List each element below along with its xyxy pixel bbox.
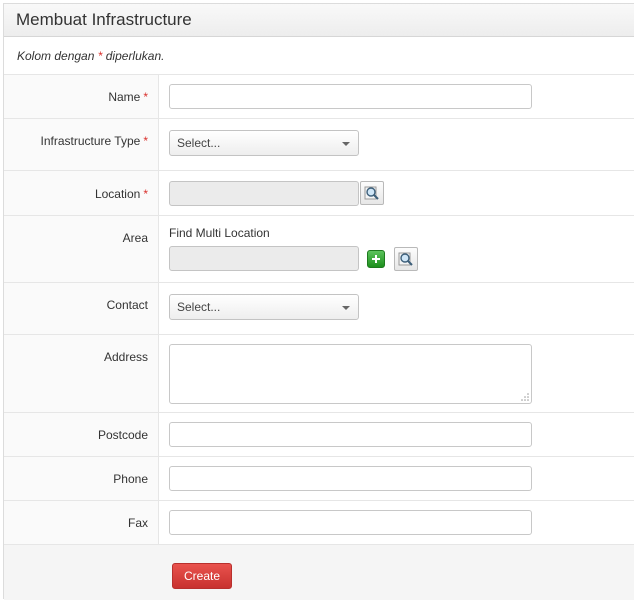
fax-input[interactable] [169, 510, 532, 535]
area-label: Area [122, 231, 148, 245]
row-postcode: Postcode [4, 412, 634, 456]
contact-select[interactable]: Select... [169, 294, 359, 320]
required-asterisk: * [143, 90, 148, 104]
phone-label: Phone [113, 472, 148, 486]
phone-input[interactable] [169, 466, 532, 491]
required-asterisk: * [143, 187, 148, 201]
row-area: Area Find Multi Location [4, 215, 634, 282]
caret-down-icon [342, 306, 350, 310]
panel-header: Membuat Infrastructure [4, 4, 634, 37]
resize-grip-icon[interactable] [520, 392, 530, 402]
row-address: Address [4, 334, 634, 412]
contact-selected: Select... [177, 300, 221, 314]
form-panel: Membuat Infrastructure Kolom dengan * di… [3, 3, 634, 600]
label-cell: Postcode [4, 413, 159, 456]
required-asterisk: * [143, 134, 148, 148]
find-multi-location-label: Find Multi Location [169, 226, 270, 240]
required-note: Kolom dengan * diperlukan. [17, 49, 164, 63]
required-asterisk: * [97, 49, 103, 63]
caret-down-icon [342, 142, 350, 146]
label-cell: Contact [4, 283, 159, 334]
name-label-text: Name [108, 90, 141, 104]
location-label: Location * [95, 187, 148, 201]
fax-label: Fax [127, 516, 148, 530]
magnifier-icon [398, 252, 413, 266]
location-search-button[interactable] [360, 181, 384, 205]
label-cell: Location * [4, 171, 159, 215]
contact-label: Contact [106, 298, 148, 312]
row-fax: Fax [4, 500, 634, 544]
infrastructure-type-label-text: Infrastructure Type [40, 134, 141, 148]
postcode-input[interactable] [169, 422, 532, 447]
row-name: Name * [4, 74, 634, 118]
row-phone: Phone [4, 456, 634, 500]
name-label: Name * [108, 90, 148, 104]
label-cell: Name * [4, 75, 159, 118]
form-actions: Create [4, 544, 634, 600]
address-label: Address [103, 350, 148, 364]
row-infrastructure-type: Infrastructure Type * Select... [4, 118, 634, 170]
infrastructure-type-select[interactable]: Select... [169, 130, 359, 156]
required-note-suffix: diperlukan. [105, 49, 165, 63]
address-textarea[interactable] [169, 344, 532, 404]
infrastructure-type-selected: Select... [177, 136, 221, 150]
postcode-label: Postcode [97, 428, 148, 442]
location-label-text: Location [94, 187, 141, 201]
infrastructure-type-label: Infrastructure Type * [41, 134, 149, 148]
area-input [169, 246, 359, 271]
label-cell: Phone [4, 457, 159, 500]
plus-icon[interactable] [367, 250, 385, 268]
label-cell: Address [4, 335, 159, 412]
row-location: Location * [4, 170, 634, 215]
name-input[interactable] [169, 84, 532, 109]
label-cell: Infrastructure Type * [4, 119, 159, 170]
location-input [169, 181, 359, 206]
required-note-prefix: Kolom dengan [17, 49, 95, 63]
page-title: Membuat Infrastructure [16, 10, 192, 29]
label-cell: Fax [4, 501, 159, 544]
area-search-button[interactable] [394, 247, 418, 271]
create-button[interactable]: Create [172, 563, 232, 589]
row-contact: Contact Select... [4, 282, 634, 334]
label-cell: Area [4, 216, 159, 282]
magnifier-icon [364, 186, 379, 200]
